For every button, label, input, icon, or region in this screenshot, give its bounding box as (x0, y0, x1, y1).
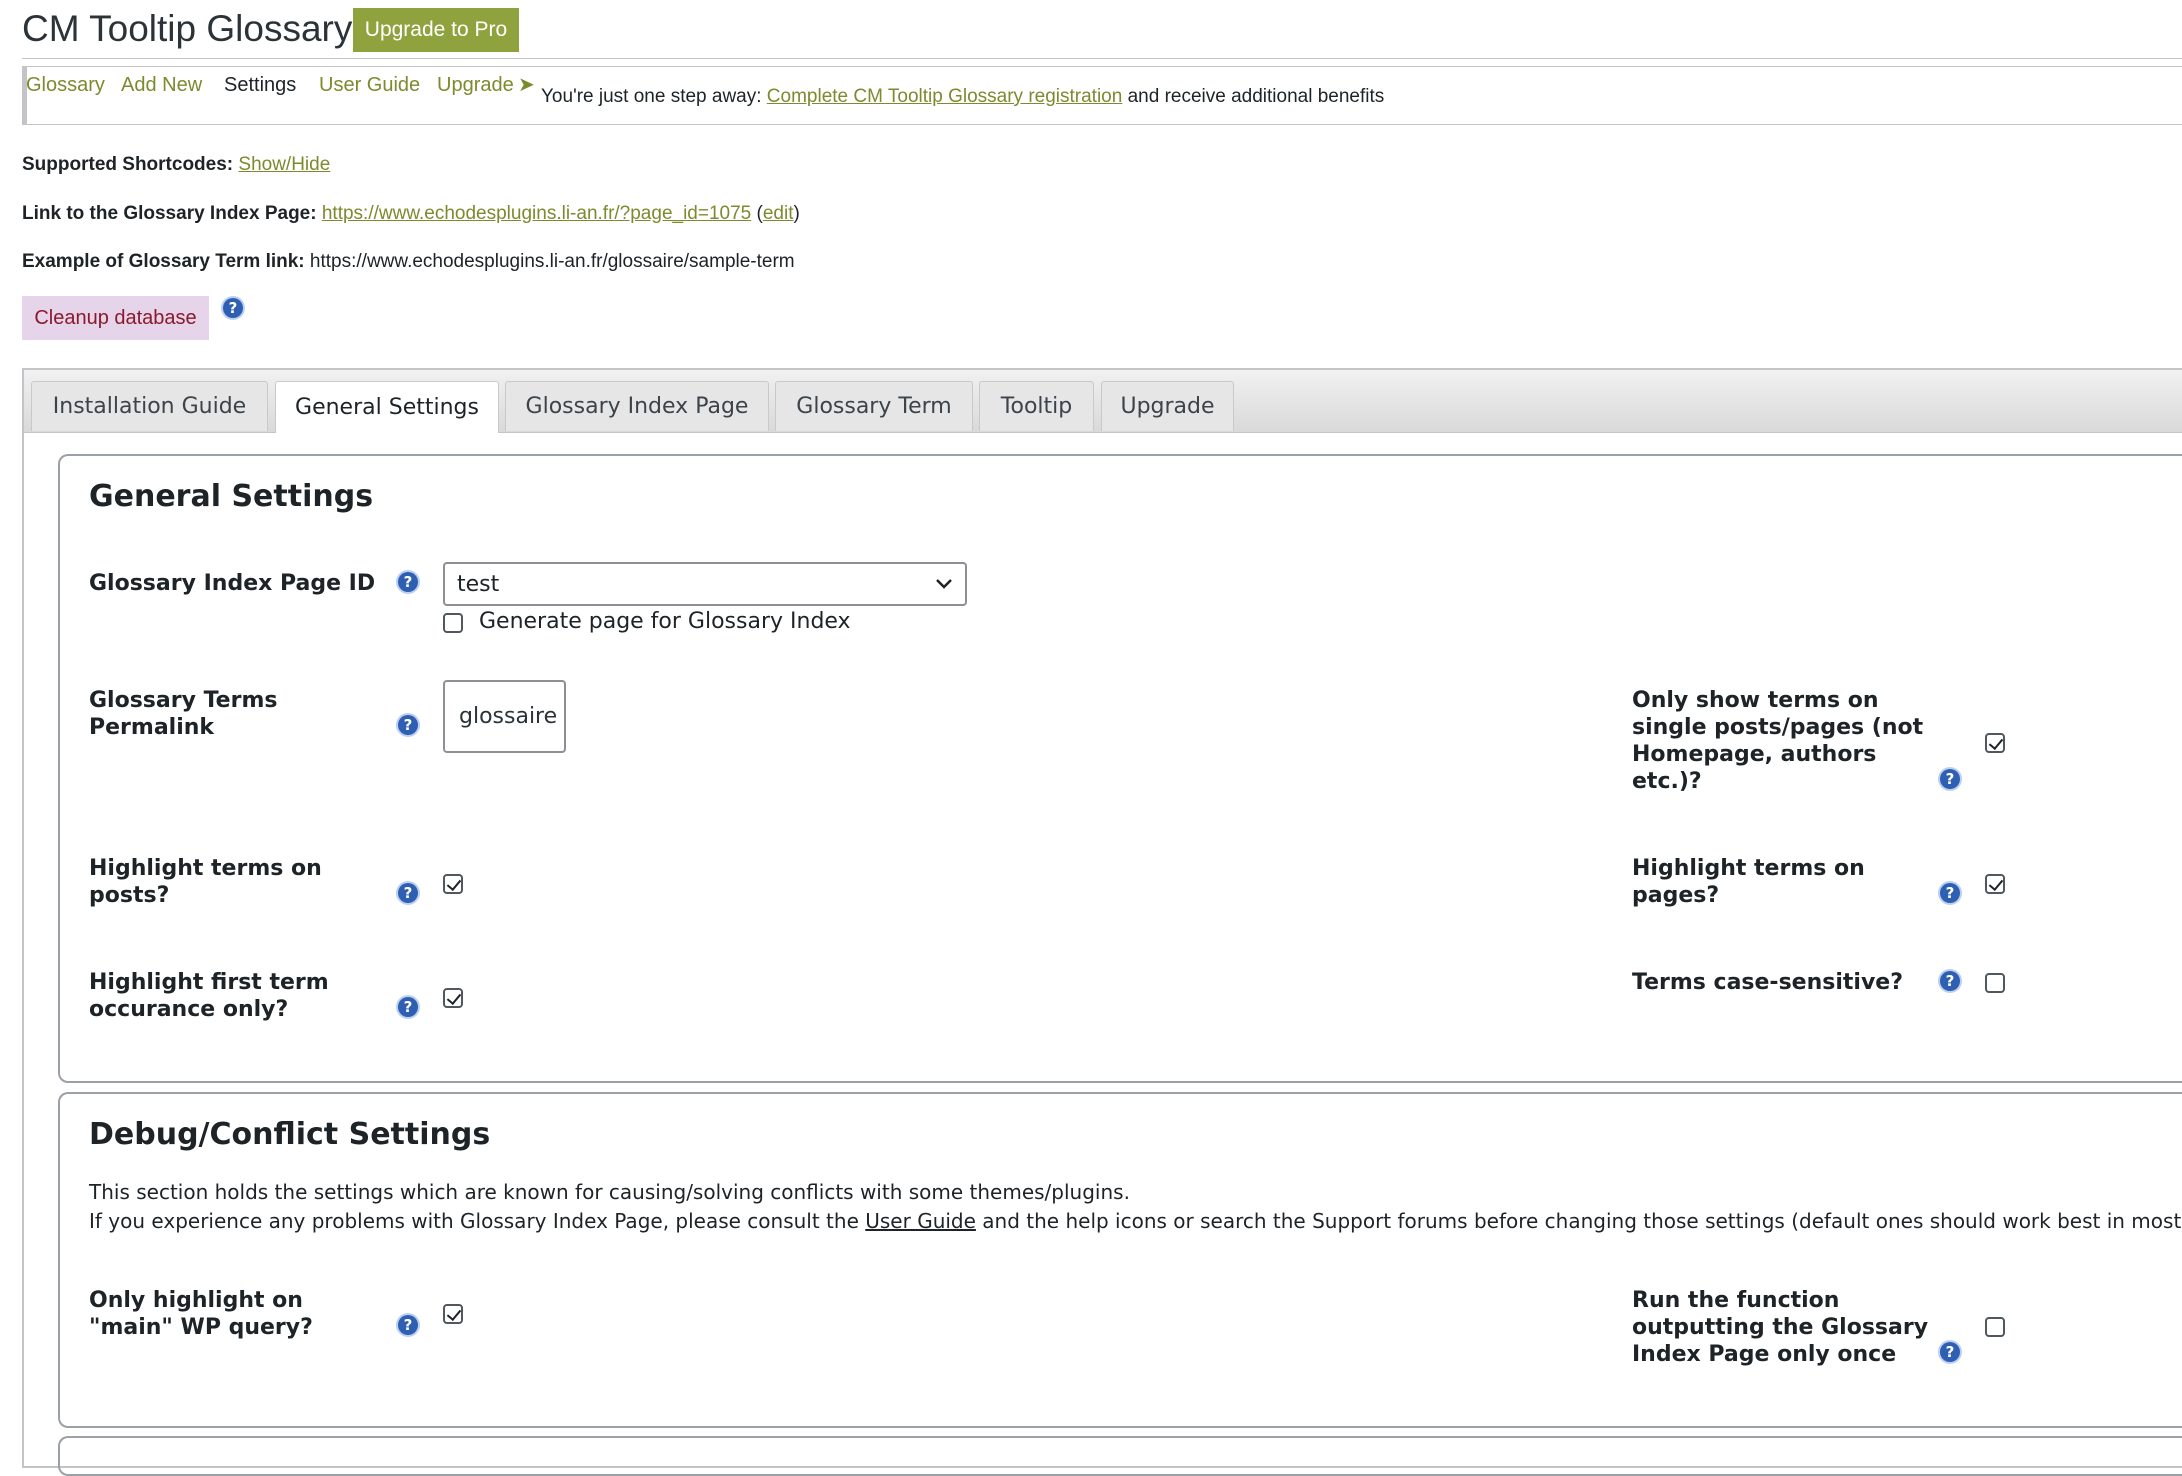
help-icon[interactable]: ? (398, 1315, 418, 1335)
run-once-checkbox[interactable] (1985, 1317, 2005, 1337)
generate-page-label: Generate page for Glossary Index (479, 609, 851, 634)
term-link-label: Example of Glossary Term link: (22, 251, 305, 272)
help-icon[interactable]: ? (1940, 1342, 1960, 1362)
highlight-pages-label: Highlight terms on pages? (1632, 856, 1865, 908)
index-page-row: Link to the Glossary Index Page: https:/… (22, 203, 800, 225)
main-query-checkbox[interactable] (443, 1304, 463, 1324)
debug-description-line-1: This section holds the settings which ar… (89, 1180, 1130, 1204)
menu-item-upgrade[interactable]: Upgrade (437, 74, 514, 97)
debug-desc-prefix: If you experience any problems with Glos… (89, 1209, 859, 1233)
header-divider (22, 58, 2182, 59)
term-link-row: Example of Glossary Term link: https://w… (22, 251, 795, 273)
tab-upgrade[interactable]: Upgrade (1101, 381, 1234, 431)
highlight-pages-checkbox[interactable] (1985, 874, 2005, 894)
help-icon[interactable]: ? (398, 997, 418, 1017)
highlight-first-label: Highlight first term occurance only? (89, 970, 329, 1022)
run-once-label: Run the function outputting the Glossary… (1632, 1288, 1929, 1367)
tab-installation-guide[interactable]: Installation Guide (31, 381, 268, 431)
next-section-edge (58, 1436, 2182, 1476)
case-sensitive-checkbox[interactable] (1985, 973, 2005, 993)
tab-general-settings[interactable]: General Settings (275, 381, 499, 433)
highlight-posts-label: Highlight terms on posts? (89, 856, 322, 908)
user-guide-link[interactable]: User Guide (865, 1209, 976, 1233)
term-link-value: https://www.echodesplugins.li-an.fr/glos… (309, 251, 795, 272)
generate-page-checkbox[interactable] (443, 613, 463, 633)
menu-item-glossary[interactable]: Glossary (26, 74, 105, 97)
menu-item-user-guide[interactable]: User Guide (319, 74, 420, 97)
index-page-id-select[interactable]: test (443, 562, 967, 606)
only-single-label: Only show terms on single posts/pages (n… (1632, 688, 1924, 794)
tab-glossary-term[interactable]: Glossary Term (775, 381, 973, 431)
permalink-label: Glossary Terms Permalink (89, 688, 278, 740)
tab-tooltip[interactable]: Tooltip (979, 381, 1094, 431)
index-page-link[interactable]: https://www.echodesplugins.li-an.fr/?pag… (322, 203, 751, 224)
case-sensitive-label: Terms case-sensitive? (1632, 970, 1903, 995)
debug-description-line-2: If you experience any problems with Glos… (89, 1209, 2182, 1233)
chevron-down-icon (936, 579, 952, 589)
registration-notice: You're just one step away: Complete CM T… (541, 86, 1384, 108)
paren-close: ) (793, 203, 800, 224)
help-icon[interactable]: ? (398, 883, 418, 903)
help-icon[interactable]: ? (398, 715, 418, 735)
registration-link[interactable]: Complete CM Tooltip Glossary registratio… (767, 86, 1123, 107)
help-icon[interactable]: ? (223, 298, 243, 318)
help-icon[interactable]: ? (1940, 971, 1960, 991)
shortcodes-label: Supported Shortcodes: (22, 154, 234, 175)
highlight-first-checkbox[interactable] (443, 988, 463, 1008)
help-icon[interactable]: ? (1940, 883, 1960, 903)
only-single-checkbox[interactable] (1985, 733, 2005, 753)
page-title: CM Tooltip Glossary (22, 8, 353, 49)
index-page-label: Link to the Glossary Index Page: (22, 203, 317, 224)
permalink-input[interactable]: glossaire (443, 680, 566, 753)
index-page-id-value: test (457, 571, 500, 597)
arrow-right-icon: ➤ (518, 74, 535, 96)
registration-prefix: You're just one step away: (541, 86, 762, 107)
shortcodes-row: Supported Shortcodes: Show/Hide (22, 154, 330, 176)
tab-glossary-index-page[interactable]: Glossary Index Page (505, 381, 769, 431)
shortcodes-toggle-link[interactable]: Show/Hide (238, 154, 330, 175)
debug-desc-suffix: and the help icons or search the Support… (982, 1209, 2182, 1233)
menu-item-settings[interactable]: Settings (224, 74, 296, 97)
help-icon[interactable]: ? (398, 572, 418, 592)
general-settings-title: General Settings (89, 479, 374, 514)
index-page-edit-link[interactable]: edit (763, 203, 794, 224)
debug-settings-title: Debug/Conflict Settings (89, 1117, 491, 1152)
main-query-label: Only highlight on "main" WP query? (89, 1288, 313, 1340)
index-page-id-label: Glossary Index Page ID (89, 571, 376, 596)
help-icon[interactable]: ? (1940, 769, 1960, 789)
cleanup-database-button[interactable]: Cleanup database (22, 296, 209, 340)
highlight-posts-checkbox[interactable] (443, 874, 463, 894)
menu-item-add-new[interactable]: Add New (121, 74, 202, 97)
registration-suffix: and receive additional benefits (1127, 86, 1385, 107)
upgrade-to-pro-button[interactable]: Upgrade to Pro (353, 8, 519, 52)
